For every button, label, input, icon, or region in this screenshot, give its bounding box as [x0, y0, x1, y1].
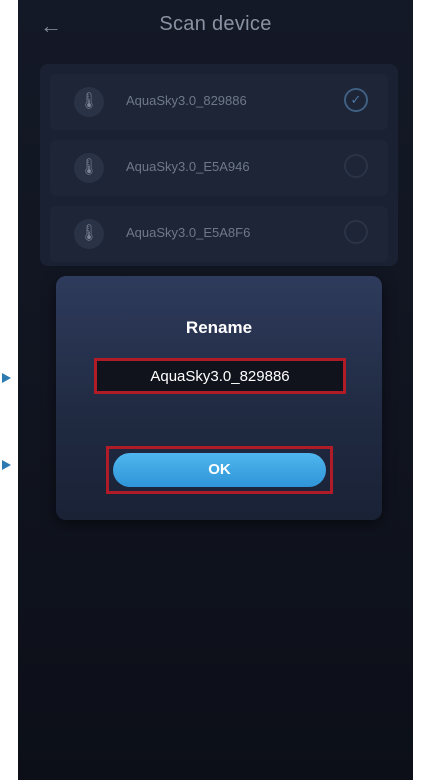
device-name: AquaSky3.0_E5A8F6 — [126, 225, 251, 240]
thermometer-icon: 🌡 — [74, 219, 104, 249]
device-item-e5a8f6[interactable]: 🌡 AquaSky3.0_E5A8F6 ✓ — [50, 206, 388, 262]
check-circle-icon[interactable]: ✓ — [344, 154, 368, 178]
device-item-829886[interactable]: 🌡 AquaSky3.0_829886 ✓ — [50, 74, 388, 130]
pointer-arrow-input-icon — [2, 373, 11, 383]
screenshot-page: ← Scan device 🌡 AquaSky3.0_829886 ✓ 🌡 Aq… — [0, 0, 427, 780]
rename-dialog: Rename OK — [56, 276, 382, 520]
page-title: Scan device — [159, 13, 272, 35]
header: ← Scan device — [18, 0, 413, 54]
ok-button[interactable]: OK — [113, 453, 326, 487]
device-name: AquaSky3.0_829886 — [126, 93, 247, 108]
thermometer-icon: 🌡 — [74, 153, 104, 183]
pointer-arrow-ok-icon — [2, 460, 11, 470]
check-circle-icon[interactable]: ✓ — [344, 220, 368, 244]
device-list: 🌡 AquaSky3.0_829886 ✓ 🌡 AquaSky3.0_E5A94… — [40, 64, 398, 266]
rename-input[interactable] — [94, 358, 346, 394]
device-name: AquaSky3.0_E5A946 — [126, 159, 250, 174]
dialog-title: Rename — [185, 318, 253, 337]
check-circle-icon[interactable]: ✓ — [344, 88, 368, 112]
phone-screen: ← Scan device 🌡 AquaSky3.0_829886 ✓ 🌡 Aq… — [18, 0, 413, 780]
device-item-e5a946[interactable]: 🌡 AquaSky3.0_E5A946 ✓ — [50, 140, 388, 196]
ok-highlight-frame: OK — [106, 446, 333, 494]
thermometer-icon: 🌡 — [74, 87, 104, 117]
